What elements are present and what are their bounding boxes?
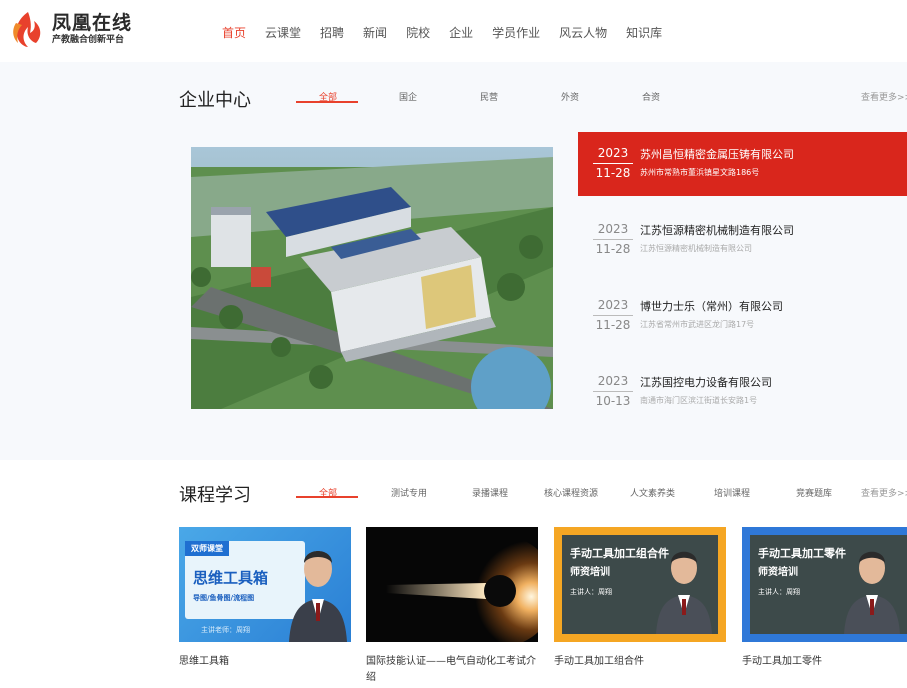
- logo-subtitle: 产教融合创新平台: [52, 35, 125, 45]
- company-year: 2023: [593, 373, 633, 392]
- thumb-teacher: 主讲人：周翔: [758, 588, 800, 596]
- company-day: 11-28: [595, 318, 631, 332]
- presenter-portrait: [844, 551, 900, 634]
- course-card[interactable]: 手动工具加工组合件 师资培训 主讲人：周翔 手动工具加工组合件: [554, 527, 726, 670]
- featured-company-image[interactable]: [191, 147, 553, 409]
- course-tab-test[interactable]: 测试专用: [391, 486, 427, 499]
- company-date: 2023 11-28: [593, 145, 633, 182]
- nav-enterprises[interactable]: 企业: [449, 24, 473, 41]
- company-year: 2023: [593, 221, 633, 240]
- course-thumbnail: 双师课堂 思维工具箱 导图/鱼骨图/流程图 主讲老师：周翔: [179, 527, 351, 642]
- thumb-subheading: 师资培训: [758, 567, 798, 578]
- company-list-item[interactable]: 2023 11-28 苏州昌恒精密金属压铸有限公司 苏州市常熟市董浜镇星文路18…: [578, 132, 907, 196]
- company-year: 2023: [593, 297, 633, 316]
- nav-cloud-classroom[interactable]: 云课堂: [265, 24, 301, 41]
- thumb-tag: 双师课堂: [185, 541, 229, 556]
- nav-colleges[interactable]: 院校: [406, 24, 430, 41]
- company-list: 2023 11-28 苏州昌恒精密金属压铸有限公司 苏州市常熟市董浜镇星文路18…: [578, 132, 907, 422]
- enterprise-tab-indicator: [296, 101, 358, 103]
- company-address: 江苏恒源精密机械制造有限公司: [640, 244, 752, 253]
- course-title: 手动工具加工零件: [742, 656, 822, 667]
- company-name: 江苏国控电力设备有限公司: [640, 376, 772, 389]
- course-tab-recorded[interactable]: 录播课程: [472, 486, 508, 499]
- company-day: 11-28: [595, 242, 631, 256]
- company-name: 江苏恒源精密机械制造有限公司: [640, 224, 794, 237]
- logo-title: 凤凰在线: [52, 12, 133, 34]
- course-section-title: 课程学习: [179, 485, 251, 506]
- main-nav: 首页 云课堂 招聘 新闻 院校 企业 学员作业 风云人物 知识库: [222, 24, 681, 41]
- company-day: 11-28: [595, 166, 631, 180]
- course-title: 国际技能认证——电气自动化工考试介绍: [366, 656, 536, 683]
- company-list-item[interactable]: 2023 11-28 江苏恒源精密机械制造有限公司 江苏恒源精密机械制造有限公司: [578, 208, 907, 272]
- course-tab-training[interactable]: 培训课程: [714, 486, 750, 499]
- company-day: 10-13: [595, 394, 631, 408]
- thumb-subheading: 导图/鱼骨图/流程图: [193, 594, 255, 602]
- enterprise-more-link[interactable]: 查看更多>>: [861, 90, 907, 103]
- course-title: 思维工具箱: [179, 656, 229, 667]
- company-name: 博世力士乐（常州）有限公司: [640, 300, 783, 313]
- enterprise-tab-private[interactable]: 民营: [480, 90, 498, 103]
- company-year: 2023: [593, 145, 633, 164]
- site-header: 凤凰在线 产教融合创新平台 首页 云课堂 招聘 新闻 院校 企业 学员作业 风云…: [0, 0, 907, 62]
- course-tab-indicator: [296, 496, 358, 498]
- company-list-item[interactable]: 2023 10-13 江苏国控电力设备有限公司 南通市海门区滨江街道长安路1号: [578, 360, 907, 424]
- light-burst-image: [366, 527, 538, 642]
- course-tab-core-resources[interactable]: 核心课程资源: [544, 486, 598, 499]
- thumb-heading: 思维工具箱: [193, 569, 269, 587]
- site-logo[interactable]: 凤凰在线 产教融合创新平台: [8, 6, 138, 52]
- nav-student-work[interactable]: 学员作业: [492, 24, 540, 41]
- thumb-teacher: 主讲老师：周翔: [201, 626, 250, 634]
- nav-news[interactable]: 新闻: [363, 24, 387, 41]
- enterprise-tab-joint-venture[interactable]: 合资: [642, 90, 660, 103]
- course-thumbnail: [366, 527, 538, 642]
- nav-notable-people[interactable]: 风云人物: [559, 24, 607, 41]
- company-list-item[interactable]: 2023 11-28 博世力士乐（常州）有限公司 江苏省常州市武进区龙门路17号: [578, 284, 907, 348]
- enterprise-section-title: 企业中心: [179, 90, 251, 111]
- thumb-teacher: 主讲人：周翔: [570, 588, 612, 596]
- course-tab-humanities[interactable]: 人文素养类: [630, 486, 675, 499]
- course-card[interactable]: 手动工具加工零件 师资培训 主讲人：周翔 手动工具加工零件: [742, 527, 907, 670]
- course-thumbnail: 手动工具加工零件 师资培训 主讲人：周翔: [742, 527, 907, 642]
- company-date: 2023 11-28: [593, 297, 633, 334]
- course-card[interactable]: 双师课堂 思维工具箱 导图/鱼骨图/流程图 主讲老师：周翔 思维工具箱: [179, 527, 351, 670]
- thumb-heading: 手动工具加工零件: [758, 547, 846, 560]
- company-address: 苏州市常熟市董浜镇星文路186号: [640, 168, 760, 177]
- factory-aerial-photo: [191, 147, 553, 409]
- phoenix-logo-icon: [13, 12, 41, 47]
- course-tab-competition[interactable]: 竞赛题库: [796, 486, 832, 499]
- nav-knowledge-base[interactable]: 知识库: [626, 24, 662, 41]
- enterprise-tab-state-owned[interactable]: 国企: [399, 90, 417, 103]
- presenter-portrait: [289, 551, 347, 642]
- thumb-subheading: 师资培训: [570, 567, 610, 578]
- course-title: 手动工具加工组合件: [554, 656, 644, 667]
- company-date: 2023 10-13: [593, 373, 633, 410]
- company-address: 江苏省常州市武进区龙门路17号: [640, 320, 755, 329]
- company-date: 2023 11-28: [593, 221, 633, 258]
- company-name: 苏州昌恒精密金属压铸有限公司: [640, 148, 794, 161]
- company-address: 南通市海门区滨江街道长安路1号: [640, 396, 758, 405]
- nav-recruitment[interactable]: 招聘: [320, 24, 344, 41]
- presenter-portrait: [656, 551, 712, 634]
- course-thumbnail: 手动工具加工组合件 师资培训 主讲人：周翔: [554, 527, 726, 642]
- nav-home[interactable]: 首页: [222, 24, 246, 41]
- course-card[interactable]: 国际技能认证——电气自动化工考试介绍: [366, 527, 538, 686]
- enterprise-tab-foreign[interactable]: 外资: [561, 90, 579, 103]
- course-more-link[interactable]: 查看更多>>: [861, 486, 907, 499]
